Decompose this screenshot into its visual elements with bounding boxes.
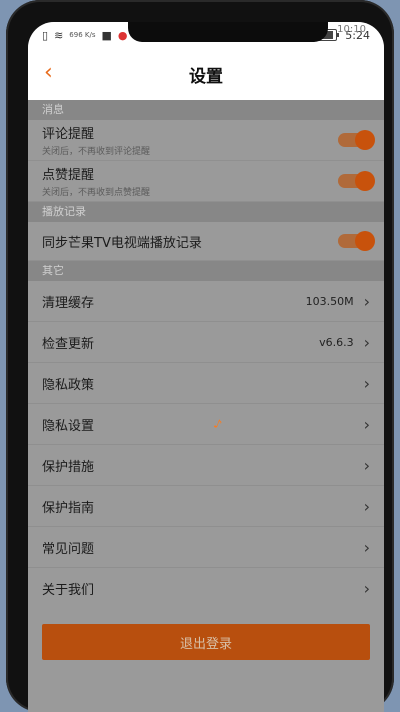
list-item-privacy-settings[interactable]: 隐私设置 › (28, 404, 384, 445)
list-item-check-update[interactable]: 检查更新 v6.6.3 › (28, 322, 384, 363)
status-left: ▯ ≋ 696 K/s ■ ● (42, 29, 127, 42)
settings-list: 消息 评论提醒 关闭后，不再收到评论提醒 点赞提醒 关闭后，不再收到点赞提醒 播… (28, 100, 384, 712)
page-title: 设置 (189, 66, 223, 87)
chevron-right-icon: › (363, 414, 370, 434)
chevron-right-icon: › (363, 496, 370, 516)
screen: 10:10 ▯ ≋ 696 K/s ■ ● 🔕 5:24 ‹ 设置 消息 (28, 22, 384, 712)
list-item-right: › (364, 538, 370, 557)
weibo-icon: ● (117, 28, 128, 42)
list-item-right: › (364, 579, 370, 598)
list-item-protection-guide[interactable]: 保护指南 › (28, 486, 384, 527)
chevron-right-icon: › (363, 332, 370, 352)
sync-tv-row: 同步芒果TV电视端播放记录 (28, 222, 384, 261)
comment-reminder-row: 评论提醒 关闭后，不再收到评论提醒 (28, 120, 384, 161)
comment-reminder-subtitle: 关闭后，不再收到评论提醒 (42, 147, 151, 157)
logout-wrap: 退出登录 (28, 608, 384, 660)
version-value: v6.6.3 (319, 335, 354, 349)
phone-frame: 10:10 ▯ ≋ 696 K/s ■ ● 🔕 5:24 ‹ 设置 消息 (6, 0, 394, 712)
list-item-right: › (364, 497, 370, 516)
comment-reminder-title: 评论提醒 (42, 127, 95, 142)
like-reminder-title: 点赞提醒 (42, 168, 95, 183)
toggle-knob (355, 171, 375, 191)
nav-bar: ‹ 设置 (28, 48, 384, 100)
list-item-label: 隐私设置 (42, 418, 95, 434)
comment-reminder-texts: 评论提醒 关闭后，不再收到评论提醒 (42, 123, 150, 157)
section-header-others: 其它 (28, 261, 384, 281)
section-header-messages: 消息 (28, 100, 384, 120)
chevron-right-icon: › (363, 578, 370, 598)
list-item-about-us[interactable]: 关于我们 › (28, 568, 384, 608)
chevron-left-icon[interactable]: ‹ (44, 60, 53, 85)
list-item-label: 保护措施 (42, 459, 95, 475)
chevron-right-icon: › (363, 291, 370, 311)
list-item-label: 隐私政策 (42, 377, 95, 393)
like-reminder-texts: 点赞提醒 关闭后，不再收到点赞提醒 (42, 164, 150, 198)
comment-reminder-toggle[interactable] (338, 130, 375, 150)
network-speed: 696 K/s (69, 30, 96, 39)
like-reminder-row: 点赞提醒 关闭后，不再收到点赞提醒 (28, 161, 384, 202)
wifi-icon: ≋ (54, 28, 64, 42)
list-item-right: › (364, 415, 370, 434)
toggle-knob (355, 130, 375, 150)
list-item-right: 103.50M › (306, 292, 370, 311)
logout-button[interactable]: 退出登录 (42, 624, 370, 660)
chevron-right-icon: › (363, 455, 370, 475)
list-item-label: 保护指南 (42, 500, 95, 516)
list-item-right: › (364, 374, 370, 393)
list-item-label: 常见问题 (42, 541, 95, 557)
cache-size-value: 103.50M (305, 294, 354, 308)
toggle-knob (355, 231, 375, 251)
section-header-playback: 播放记录 (28, 202, 384, 222)
list-item-label: 清理缓存 (42, 295, 95, 311)
list-item-privacy-policy[interactable]: 隐私政策 › (28, 363, 384, 404)
list-item-label: 检查更新 (42, 336, 95, 352)
like-reminder-subtitle: 关闭后，不再收到点赞提醒 (42, 188, 151, 198)
list-item-clear-cache[interactable]: 清理缓存 103.50M › (28, 281, 384, 322)
list-item-faq[interactable]: 常见问题 › (28, 527, 384, 568)
list-item-right: v6.6.3 › (319, 333, 370, 352)
notch (128, 22, 328, 42)
list-item-protection-measures[interactable]: 保护措施 › (28, 445, 384, 486)
notification-icon: ■ (101, 28, 112, 42)
chevron-right-icon: › (363, 373, 370, 393)
sync-tv-toggle[interactable] (338, 231, 375, 251)
list-item-right: › (364, 456, 370, 475)
like-reminder-toggle[interactable] (338, 171, 375, 191)
sim-icon: ▯ (42, 28, 49, 42)
chevron-right-icon: › (363, 537, 370, 557)
list-item-label: 关于我们 (42, 582, 95, 598)
top-corner-time: 10:10 (337, 24, 366, 35)
sync-tv-title: 同步芒果TV电视端播放记录 (42, 235, 202, 251)
